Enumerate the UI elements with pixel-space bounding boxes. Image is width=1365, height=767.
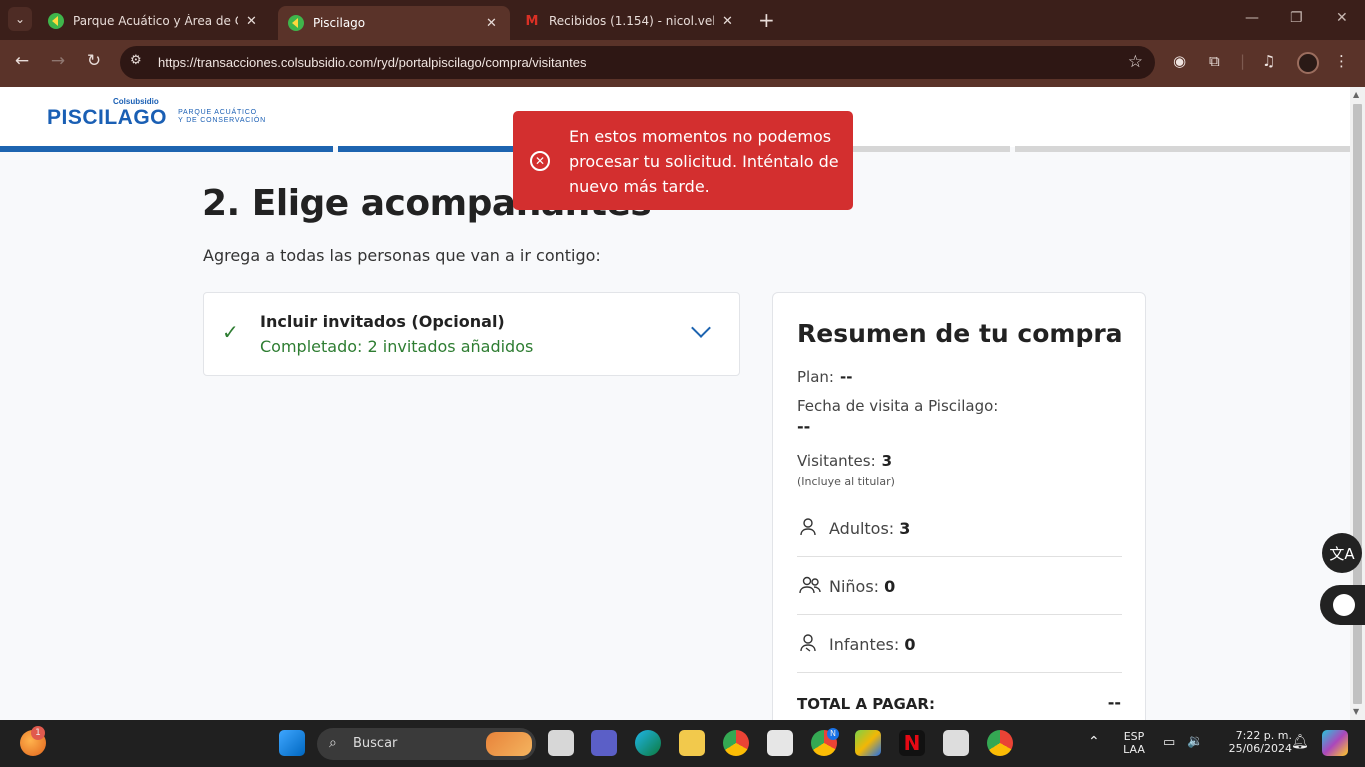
taskbar-search[interactable]: ⌕ Buscar [317,728,536,760]
accordion-title: Incluir invitados (Opcional) [260,312,505,331]
task-view-icon[interactable] [548,730,574,756]
close-tab-icon[interactable]: ✕ [486,16,497,31]
summary-visitors-note: (Incluye al titular) [797,475,895,488]
search-highlight-image [486,732,532,756]
scroll-down-icon[interactable]: ▼ [1353,707,1359,716]
window-close-icon[interactable]: ✕ [1336,10,1348,26]
minimize-icon[interactable]: — [1245,10,1259,26]
page-viewport: Colsubsidio PISCILAGO PARQUE ACUÁTICO Y … [0,87,1350,720]
chrome-icon[interactable] [723,730,749,756]
piscilago-favicon-icon [48,13,64,29]
url-text[interactable]: https://transacciones.colsubsidio.com/ry… [158,55,586,70]
summary-row-children: Niños: 0 [797,557,1122,615]
gmail-icon: M [525,13,539,29]
error-message: En estos momentos no podemos procesar tu… [569,127,839,196]
car-app-icon[interactable] [767,730,793,756]
purchase-summary-card: Resumen de tu compra Plan: -- Fecha de vi… [772,292,1146,720]
windows-start-icon[interactable] [279,730,305,756]
profile-avatar[interactable] [1297,52,1319,74]
file-explorer-icon[interactable] [679,730,705,756]
total-value: -- [1107,693,1121,712]
piscilago-logo[interactable]: Colsubsidio PISCILAGO PARQUE ACUÁTICO Y … [47,97,266,130]
person-icon [799,518,817,536]
snipping-tool-icon[interactable] [943,730,969,756]
browser-tab-strip: ⌄ Parque Acuático y Área de Conservación… [0,0,1365,40]
accordion-status: Completado: 2 invitados añadidos [260,337,534,356]
windows-taskbar: 1 ⌕ Buscar N N ⌃ ESP LAA ▭ 🔉 7:22 p. m. 25… [0,720,1365,767]
notification-badge: 1 [31,726,45,740]
progress-step-1 [0,146,333,152]
volume-icon[interactable]: 🔉 [1187,734,1203,749]
bookmark-star-icon[interactable]: ☆ [1128,52,1143,72]
chrome-active-icon[interactable] [987,730,1013,756]
close-tab-icon[interactable]: ✕ [722,14,733,29]
site-info-icon[interactable]: ⚙ [130,53,142,68]
group-icon [799,576,821,594]
extensions-puzzle-icon[interactable]: ⧉ [1209,52,1220,70]
tab-piscilago[interactable]: Piscilago ✕ [278,6,510,40]
reload-icon[interactable]: ↻ [82,51,106,71]
tab-gmail[interactable]: M Recibidos (1.154) - nicol.velandia ✕ [514,6,750,36]
close-tab-icon[interactable]: ✕ [246,14,257,29]
bluestacks-icon[interactable] [855,730,881,756]
tray-chevron-up-icon[interactable]: ⌃ [1088,734,1100,750]
page-scrollbar[interactable]: ▲ ▼ [1350,87,1365,720]
forward-icon[interactable]: → [46,51,70,71]
summary-visitors: Visitantes: 3 [797,452,893,470]
teams-icon[interactable] [591,730,617,756]
network-icon[interactable]: ▭ [1163,735,1175,750]
new-tab-icon[interactable]: + [758,8,775,32]
search-icon: ⌕ [329,735,337,751]
summary-row-adults: Adultos: 3 [797,499,1122,557]
restore-icon[interactable]: ❐ [1290,10,1303,26]
guests-accordion[interactable]: ✓ Incluir invitados (Opcional) Completad… [203,292,740,376]
chevron-down-icon[interactable] [691,318,711,338]
browser-toolbar: ← → ↻ ⚙ https://transacciones.colsubsidi… [0,40,1365,87]
keyboard-language[interactable]: ESP LAA [1120,730,1148,756]
summary-date-label: Fecha de visita a Piscilago: [797,397,999,415]
summary-plan: Plan: -- [797,368,853,386]
checkmark-icon: ✓ [222,320,239,344]
bot-face-icon [1333,594,1355,616]
extension-bot-icon[interactable]: ◉ [1173,52,1186,70]
tab-search-chevron-icon[interactable]: ⌄ [8,7,32,31]
media-controls-icon[interactable]: ♫ [1262,52,1275,70]
error-circle-x-icon: ✕ [530,151,550,171]
total-label: TOTAL A PAGAR: [797,695,935,713]
summary-date-value: -- [797,417,811,436]
edge-icon[interactable] [635,730,661,756]
page-subtitle: Agrega a todas las personas que van a ir… [203,246,601,265]
netflix-icon[interactable]: N [899,730,925,756]
progress-step-4 [1015,146,1350,152]
infant-icon [799,634,817,652]
copilot-icon[interactable] [1322,730,1348,756]
summary-row-infants: Infantes: 0 [797,615,1122,673]
assistant-bot-button[interactable] [1320,585,1365,625]
translate-icon[interactable]: 文A [1322,533,1362,573]
toolbar-divider: | [1240,52,1246,70]
chrome-profile-badge: N [827,728,839,740]
tab-parque-acuatico[interactable]: Parque Acuático y Área de Conservación ✕ [38,6,274,36]
error-toast[interactable]: ✕ En estos momentos no podemos procesar … [513,111,853,210]
scroll-up-icon[interactable]: ▲ [1353,90,1359,99]
address-bar[interactable]: ⚙ https://transacciones.colsubsidio.com/… [120,46,1155,79]
back-icon[interactable]: ← [10,51,34,71]
notifications-bell-icon[interactable]: 🔔︎ [1291,734,1309,750]
summary-title: Resumen de tu compra [797,319,1123,348]
clock[interactable]: 7:22 p. m. 25/06/2024 [1212,729,1292,755]
chrome-menu-icon[interactable]: ⋮ [1334,52,1349,70]
piscilago-favicon-icon [288,15,304,31]
